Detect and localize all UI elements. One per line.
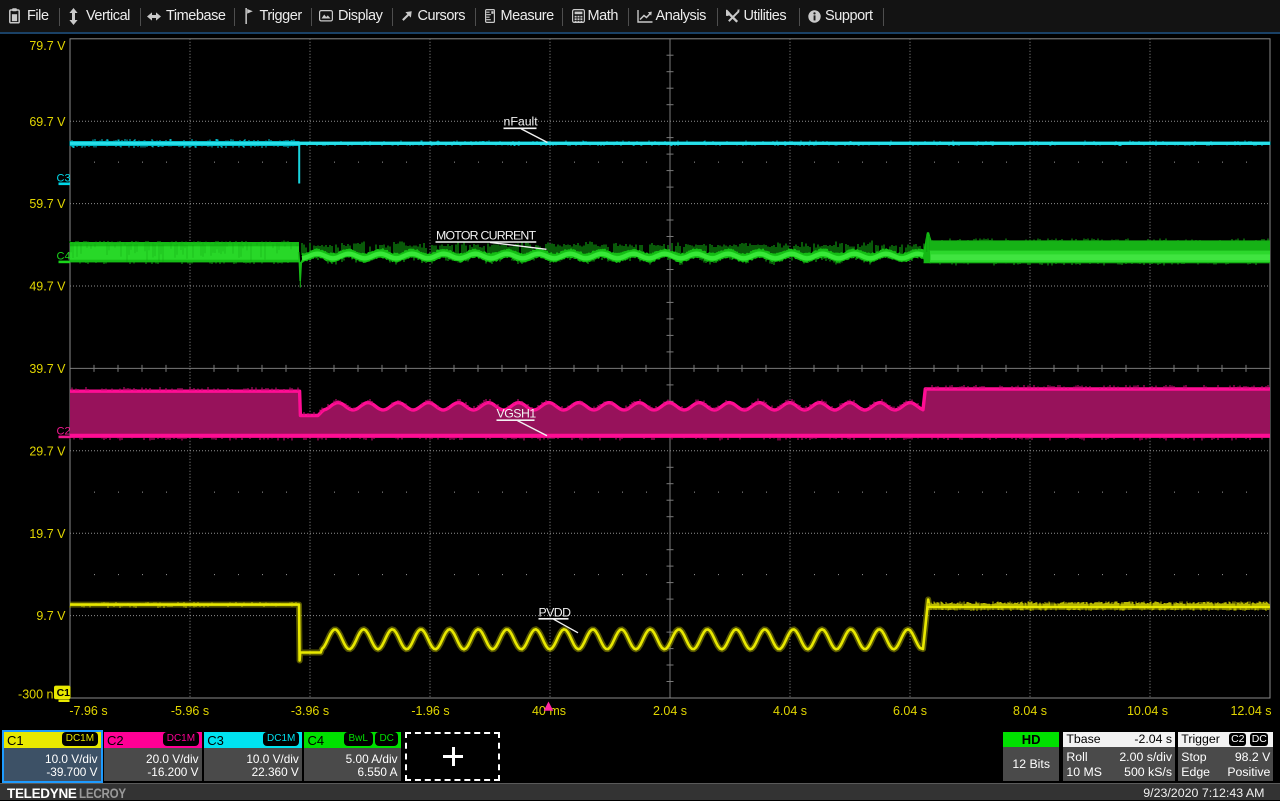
svg-text:-1.96 s: -1.96 s <box>411 704 449 718</box>
svg-text:MOTOR CURRENT: MOTOR CURRENT <box>436 228 537 242</box>
svg-text:39.7 V: 39.7 V <box>29 362 66 376</box>
svg-text:9.7 V: 9.7 V <box>36 609 66 623</box>
svg-text:8.04 s: 8.04 s <box>1013 704 1047 718</box>
svg-text:59.7 V: 59.7 V <box>29 197 66 211</box>
svg-text:12.04 s: 12.04 s <box>1230 704 1271 718</box>
svg-text:79.7 V: 79.7 V <box>29 39 66 53</box>
svg-text:-5.96 s: -5.96 s <box>171 704 209 718</box>
svg-text:2.04 s: 2.04 s <box>653 704 687 718</box>
svg-text:49.7 V: 49.7 V <box>29 280 66 294</box>
svg-text:69.7 V: 69.7 V <box>29 115 66 129</box>
svg-text:6.04 s: 6.04 s <box>893 704 927 718</box>
svg-text:-300 n: -300 n <box>18 687 53 701</box>
svg-text:nFault: nFault <box>504 115 539 129</box>
svg-text:19.7 V: 19.7 V <box>29 527 66 541</box>
svg-text:C1: C1 <box>57 687 71 699</box>
svg-text:-3.96 s: -3.96 s <box>291 704 329 718</box>
svg-text:PVDD: PVDD <box>539 605 572 619</box>
svg-text:4.04 s: 4.04 s <box>773 704 807 718</box>
svg-text:-7.96 s: -7.96 s <box>69 704 107 718</box>
svg-text:29.7 V: 29.7 V <box>29 444 66 458</box>
svg-text:10.04 s: 10.04 s <box>1127 704 1168 718</box>
svg-text:VGSH1: VGSH1 <box>497 407 537 421</box>
